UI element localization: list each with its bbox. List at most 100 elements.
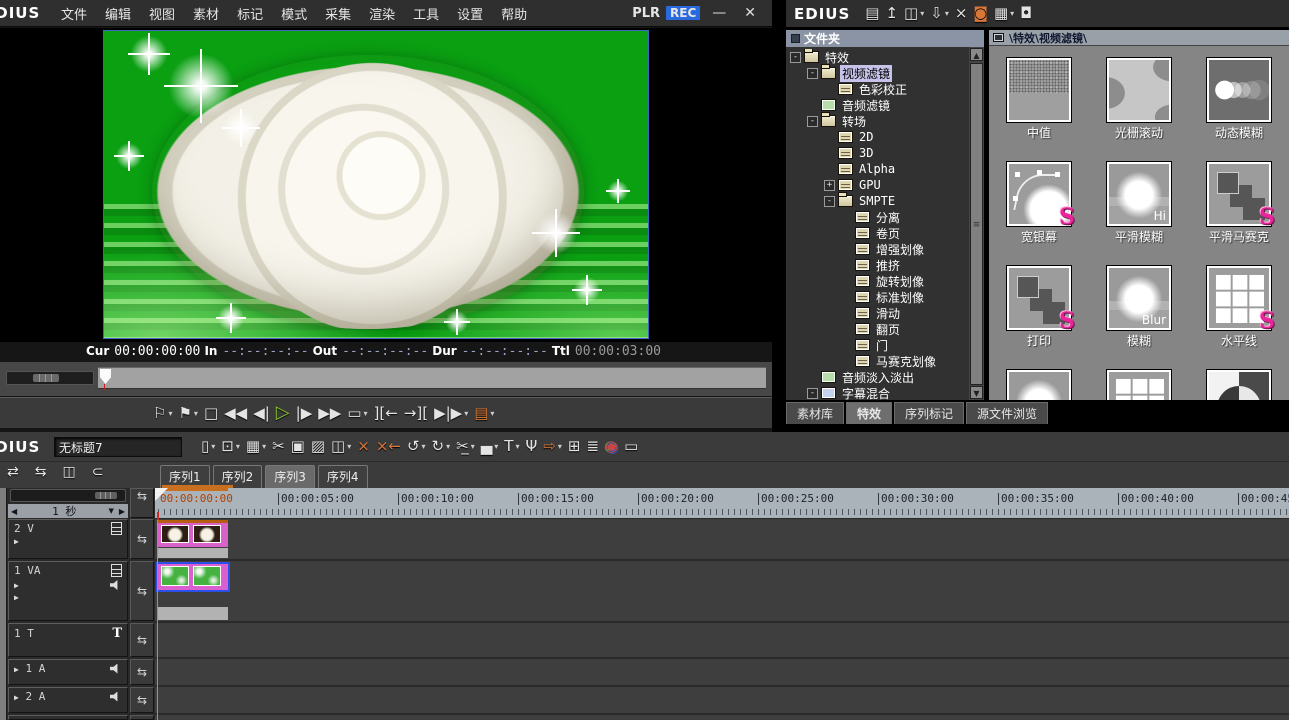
clip-green-1va-selected[interactable] (156, 562, 230, 592)
sync-mode-button[interactable]: ⇆ (35, 465, 47, 479)
tree-item-push[interactable]: 推挤 (786, 257, 969, 273)
track-header-2a[interactable]: ▶ 2 A (8, 687, 128, 713)
effect-partial-3[interactable] (1189, 370, 1289, 400)
import-preset-button[interactable]: ⇩ ▾ (930, 6, 949, 21)
menu-mode[interactable]: 模式 (272, 4, 316, 23)
patch-cell-2a[interactable]: ⇆ (130, 687, 154, 713)
dropdown-arrow-icon[interactable]: ▾ (471, 442, 475, 451)
player-mode-plr[interactable]: PLR (632, 6, 660, 21)
tab-bin[interactable]: 素材库 (786, 402, 844, 424)
effect-horizontal-lines[interactable]: S 水平线 (1189, 266, 1289, 370)
tree-item-page-turn[interactable]: 翻页 (786, 321, 969, 337)
scroll-up-button[interactable]: ▲ (970, 48, 983, 61)
track-lane-1va[interactable] (155, 561, 1289, 621)
tree-item-rotate-wipe[interactable]: 旋转划像 (786, 273, 969, 289)
preview-scrollbar[interactable] (6, 371, 94, 385)
dropdown-arrow-icon[interactable]: ▾ (364, 409, 368, 418)
expand-track-icon[interactable]: ▶ (14, 581, 19, 590)
menu-edit[interactable]: 编辑 (96, 4, 140, 23)
paste-button[interactable]: ▨ (311, 439, 325, 454)
tree-item-gpu[interactable]: + GPU (786, 177, 969, 193)
voiceover-button[interactable]: Ψ (525, 439, 537, 454)
menu-help[interactable]: 帮助 (492, 4, 536, 23)
dropdown-arrow-icon[interactable]: ▾ (494, 442, 498, 451)
track-lane-1t[interactable] (155, 623, 1289, 657)
tree-item-page-peel[interactable]: 卷页 (786, 225, 969, 241)
tree-toggle[interactable]: - (807, 116, 818, 127)
ripple-delete-button[interactable]: ×← (376, 439, 401, 454)
play-button[interactable]: ▷ (276, 404, 290, 422)
fast-forward-button[interactable]: ▶▶ (318, 406, 341, 421)
patch-cell[interactable]: ⇆ (130, 488, 154, 518)
export-button[interactable]: ▤ ▾ (474, 406, 494, 421)
tree-item-video-filters[interactable]: - 视频滤镜 (786, 65, 969, 81)
dropdown-arrow-icon[interactable]: ▾ (490, 409, 494, 418)
set-transition-button[interactable]: ▄ ▾ (481, 439, 499, 454)
tree-item-door[interactable]: 门 (786, 337, 969, 353)
dropdown-arrow-icon[interactable]: ▾ (262, 442, 266, 451)
effect-smooth-blur[interactable]: Hi 平滑模糊 (1089, 162, 1189, 266)
dropdown-arrow-icon[interactable]: ▾ (194, 409, 198, 418)
patch-cell-2v[interactable]: ⇆ (130, 519, 154, 559)
expand-track-icon[interactable]: ▶ (14, 665, 19, 674)
set-in-point-button[interactable]: ⚐ ▾ (153, 406, 172, 421)
redo-button[interactable]: ↻ ▾ (432, 439, 451, 454)
set-out-point-button[interactable]: ⚑ ▾ (178, 406, 197, 421)
effect-print[interactable]: S 打印 (989, 266, 1089, 370)
effect-partial-2[interactable] (1089, 370, 1189, 400)
render-export-button[interactable]: ⇨ ▾ (543, 439, 562, 454)
tree-item-2d[interactable]: 2D (786, 129, 969, 145)
effect-partial-1[interactable] (989, 370, 1089, 400)
audio-mixer-button[interactable]: ≣ (586, 439, 599, 454)
tree-toggle[interactable]: - (790, 52, 801, 63)
patch-cell-1va[interactable]: ⇆ (130, 561, 154, 621)
dropdown-arrow-icon[interactable]: ▾ (464, 409, 468, 418)
track-header-1t[interactable]: 1 TT (8, 623, 128, 657)
tab-sequence-4[interactable]: 序列4 (318, 465, 368, 488)
tab-sequence-3[interactable]: 序列3 (265, 465, 315, 488)
close-button[interactable]: ✕ (738, 5, 762, 21)
duplicate-folder-button[interactable]: ◫ ▾ (904, 6, 924, 21)
effect-widescreen[interactable]: S 宽银幕 (989, 162, 1089, 266)
tree-item-smpte[interactable]: - SMPTE (786, 193, 969, 209)
menu-render[interactable]: 渲染 (360, 4, 404, 23)
rewind-button[interactable]: ◀◀ (224, 406, 247, 421)
audio-strip-1va[interactable] (158, 607, 228, 620)
expand-track-icon[interactable]: ▶ (14, 537, 19, 546)
tree-item-audio-filters[interactable]: 音频滤镜 (786, 97, 969, 113)
tree-item-mosaic-wipe[interactable]: 马赛克划像 (786, 353, 969, 369)
tree-item-audio-fade[interactable]: 音频淡入淡出 (786, 369, 969, 385)
tree-item-3d[interactable]: 3D (786, 145, 969, 161)
player-mode-rec[interactable]: REC (666, 6, 700, 20)
save-project-button[interactable]: ▦ ▾ (246, 439, 266, 454)
stop-button[interactable]: □ (204, 406, 218, 421)
effect-median[interactable]: 中值 (989, 58, 1089, 162)
tree-toggle[interactable]: - (807, 68, 818, 79)
track-header-1a[interactable]: ▶ 1 A (8, 659, 128, 685)
tab-sequence-marker[interactable]: 序列标记 (894, 402, 964, 424)
color-wheel-button[interactable]: ◉ (605, 439, 618, 454)
tree-item-slide[interactable]: 滑动 (786, 305, 969, 321)
dropdown-arrow-icon[interactable]: ▾ (236, 442, 240, 451)
zoom-dropdown-icon[interactable]: ▼ (108, 507, 113, 515)
lock-button[interactable]: ◘ (1020, 6, 1032, 21)
scrollbar-thumb[interactable]: ≡ (970, 63, 983, 385)
plugin-effect-button[interactable]: ◙ (973, 6, 988, 21)
tree-scrollbar[interactable]: ▲ ≡ ▼ (969, 47, 984, 400)
dropdown-arrow-icon[interactable]: ▾ (920, 9, 924, 18)
menu-tools[interactable]: 工具 (404, 4, 448, 23)
tree-item-color-correction[interactable]: 色彩校正 (786, 81, 969, 97)
new-sequence-button[interactable]: ▯ ▾ (201, 439, 215, 454)
effect-motion-blur[interactable]: 动态模糊 (1189, 58, 1289, 162)
tab-source-browser[interactable]: 源文件浏览 (966, 402, 1048, 424)
more-button[interactable]: ▭ (624, 439, 638, 454)
track-header-1va[interactable]: 1 VA ▶ ▶ (8, 561, 128, 621)
timeline-h-scrollbar[interactable] (10, 489, 126, 502)
tree-item-alpha[interactable]: Alpha (786, 161, 969, 177)
position-bar[interactable] (98, 367, 766, 389)
delete-in-out-button[interactable]: × (357, 439, 370, 454)
dropdown-arrow-icon[interactable]: ▾ (515, 442, 519, 451)
next-frame-button[interactable]: |▶ (296, 406, 313, 421)
tree-toggle[interactable]: - (824, 196, 835, 207)
dropdown-arrow-icon[interactable]: ▾ (945, 9, 949, 18)
